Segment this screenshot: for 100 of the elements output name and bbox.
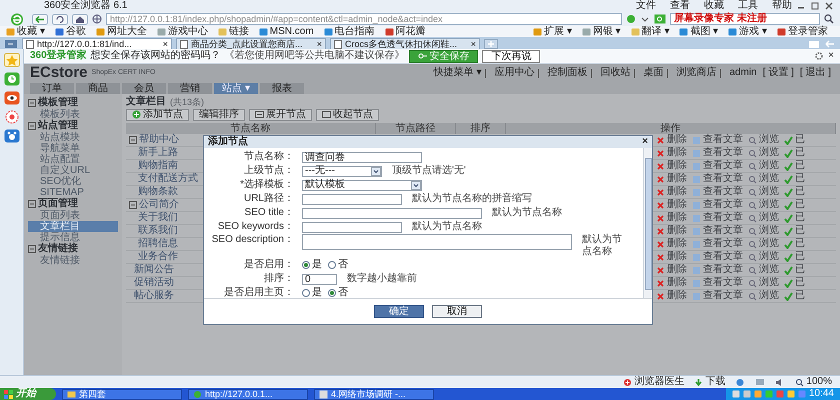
toolbar-button[interactable]: 登录管家 bbox=[777, 26, 828, 38]
view-articles-link[interactable]: 查看文章 bbox=[703, 251, 743, 263]
toolbar-button[interactable]: 网银 ▾ bbox=[582, 26, 621, 38]
delete-link[interactable]: 删除 bbox=[667, 147, 687, 159]
input-field[interactable]: 调查问卷 bbox=[302, 152, 422, 162]
toolbar-button[interactable]: 翻译 ▾ bbox=[630, 26, 670, 38]
tab-close-button[interactable]: × bbox=[316, 39, 322, 49]
node-name[interactable]: 促销活动 bbox=[134, 277, 174, 289]
cancel-button[interactable]: 取消 bbox=[432, 305, 482, 318]
select-field[interactable]: ---无--- bbox=[302, 166, 382, 176]
sidebar-item[interactable]: SEO优化 bbox=[28, 176, 118, 187]
header-link[interactable]: 桌面 bbox=[640, 67, 666, 79]
header-link[interactable]: 回收站 bbox=[598, 67, 634, 79]
sidebar-toggle-icon[interactable] bbox=[4, 39, 18, 49]
paw-icon[interactable] bbox=[4, 129, 20, 143]
node-name[interactable]: 新手上路 bbox=[138, 147, 178, 159]
bookmark-link[interactable]: 网址大全 bbox=[96, 26, 147, 38]
delete-link[interactable]: 删除 bbox=[667, 290, 687, 302]
delete-link[interactable]: 删除 bbox=[667, 212, 687, 224]
maximize-icon[interactable] bbox=[810, 2, 820, 10]
delete-link[interactable]: 删除 bbox=[667, 277, 687, 289]
delete-link[interactable]: 删除 bbox=[667, 186, 687, 198]
sidebar-item[interactable]: 页面列表 bbox=[28, 210, 118, 221]
node-name[interactable]: 公司简介 bbox=[139, 199, 179, 211]
collapse-icon[interactable] bbox=[28, 200, 36, 208]
toolbar-button[interactable]: 截图 ▾ bbox=[679, 26, 718, 38]
sidebar-item[interactable]: 导航菜单 bbox=[28, 143, 118, 154]
browse-link[interactable]: 浏览 bbox=[759, 134, 779, 146]
clock-icon[interactable] bbox=[4, 72, 20, 86]
delete-link[interactable]: 删除 bbox=[667, 199, 687, 211]
close-button[interactable]: × bbox=[828, 50, 834, 62]
later-button[interactable]: 下次再说 bbox=[482, 50, 540, 62]
collapse-icon[interactable] bbox=[28, 122, 36, 130]
sidebar-item[interactable]: 站点配置 bbox=[28, 154, 118, 165]
taskbar-button[interactable]: 第四套 bbox=[62, 388, 182, 400]
nav-tab[interactable]: 订单 bbox=[30, 83, 74, 94]
node-name[interactable]: 购物条款 bbox=[138, 186, 178, 198]
view-articles-link[interactable]: 查看文章 bbox=[703, 199, 743, 211]
view-articles-link[interactable]: 查看文章 bbox=[703, 238, 743, 250]
menu-item[interactable]: 工具 bbox=[738, 0, 758, 12]
browser-tab[interactable]: http://127.0.0.1:81/ind... × bbox=[22, 38, 172, 49]
nav-tab[interactable]: 营销 bbox=[168, 83, 212, 94]
nav-tab[interactable]: 站点 ▾ bbox=[214, 83, 258, 94]
view-articles-link[interactable]: 查看文章 bbox=[703, 173, 743, 185]
new-tab-icon[interactable] bbox=[484, 39, 498, 49]
tab-close-button[interactable]: × bbox=[470, 39, 476, 49]
browse-link[interactable]: 浏览 bbox=[759, 173, 779, 185]
node-name[interactable]: 支付配送方式 bbox=[138, 173, 198, 185]
browse-link[interactable]: 浏览 bbox=[759, 264, 779, 276]
address-field[interactable]: http://127.0.0.1:81/index.php/shopadmin/#app=content&ctl=admin_node&act=index bbox=[106, 13, 622, 25]
view-articles-link[interactable]: 查看文章 bbox=[703, 290, 743, 302]
bookmark-link[interactable]: 阿花瓣 bbox=[384, 26, 426, 38]
collapse-icon[interactable] bbox=[28, 245, 36, 253]
radio-option[interactable]: 是 bbox=[302, 287, 322, 299]
toolbar-button[interactable]: 游戏 ▾ bbox=[728, 26, 767, 38]
bookmark-link[interactable]: 收藏 ▾ bbox=[6, 26, 45, 38]
view-articles-link[interactable]: 查看文章 bbox=[703, 147, 743, 159]
status-button[interactable]: 下载 bbox=[694, 376, 726, 388]
view-articles-link[interactable]: 查看文章 bbox=[703, 160, 743, 172]
browse-link[interactable]: 浏览 bbox=[759, 199, 779, 211]
toolbar-button[interactable]: 展开节点 bbox=[249, 108, 312, 120]
collapse-icon[interactable] bbox=[129, 136, 137, 144]
input-field[interactable] bbox=[302, 222, 402, 232]
radio-option[interactable]: 否 bbox=[328, 287, 348, 299]
collapse-icon[interactable] bbox=[28, 99, 36, 107]
back-icon[interactable] bbox=[32, 14, 48, 24]
bookmark-link[interactable]: 谷歌 bbox=[54, 26, 86, 38]
view-articles-link[interactable]: 查看文章 bbox=[703, 264, 743, 276]
sidebar-item[interactable]: 模板列表 bbox=[28, 109, 118, 120]
search-icon[interactable] bbox=[824, 14, 834, 24]
sidebar-item[interactable]: 文章栏目 bbox=[28, 221, 118, 232]
browse-link[interactable]: 浏览 bbox=[759, 160, 779, 172]
delete-link[interactable]: 删除 bbox=[667, 264, 687, 276]
header-link[interactable]: [ 退出 ] bbox=[796, 67, 834, 79]
browser-tab[interactable]: Crocs多色透气休扣休闲鞋... × bbox=[330, 38, 480, 49]
taskbar-button[interactable]: http://127.0.0.1... bbox=[188, 388, 308, 400]
nav-tab[interactable]: 报表 bbox=[260, 83, 304, 94]
menu-item[interactable]: 收藏 bbox=[704, 0, 724, 12]
header-link[interactable]: 浏览商店 bbox=[674, 67, 720, 79]
nav-tab[interactable]: 会员 bbox=[122, 83, 166, 94]
node-name[interactable]: 新闻公告 bbox=[134, 264, 174, 276]
node-name[interactable]: 业务合作 bbox=[138, 251, 178, 263]
header-link[interactable]: 控制面板 bbox=[544, 67, 590, 79]
taskbar-button[interactable]: 4.网络市场调研 -... bbox=[314, 388, 434, 400]
browse-link[interactable]: 浏览 bbox=[759, 225, 779, 237]
browser-tab[interactable]: 商品分类_点此设置您商店... × bbox=[176, 38, 326, 49]
tab-close-button[interactable]: × bbox=[162, 39, 168, 49]
browse-link[interactable]: 浏览 bbox=[759, 290, 779, 302]
delete-link[interactable]: 删除 bbox=[667, 160, 687, 172]
toolbar-button[interactable]: 编辑排序 bbox=[193, 108, 245, 120]
view-articles-link[interactable]: 查看文章 bbox=[703, 186, 743, 198]
bookmark-link[interactable]: 链接 bbox=[218, 26, 249, 38]
browse-link[interactable]: 浏览 bbox=[759, 238, 779, 250]
node-name[interactable]: 联系我们 bbox=[138, 225, 178, 237]
browse-link[interactable]: 浏览 bbox=[759, 186, 779, 198]
toolbar-button[interactable]: 扩展 ▾ bbox=[533, 26, 572, 38]
toolbar-button[interactable]: 收起节点 bbox=[316, 108, 379, 120]
bookmark-link[interactable]: MSN.com bbox=[258, 26, 314, 38]
radio-option[interactable]: 否 bbox=[328, 259, 348, 271]
node-name[interactable]: 帮助中心 bbox=[139, 134, 179, 146]
